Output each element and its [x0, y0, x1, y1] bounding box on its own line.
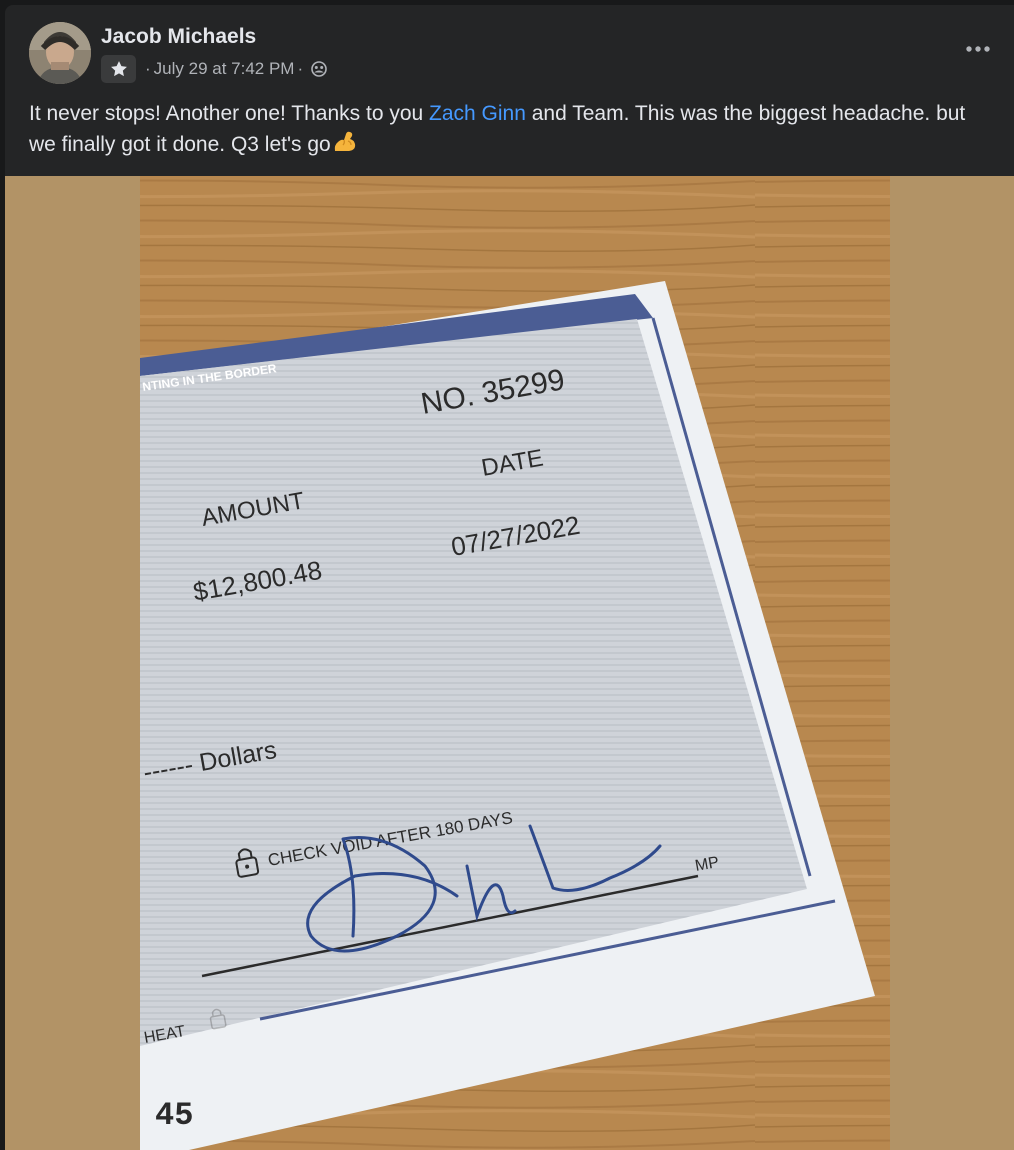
ellipsis-icon [966, 46, 990, 52]
post-meta: · July 29 at 7:42 PM · [101, 55, 328, 83]
post-text-start: It never stops! Another one! Thanks to y… [29, 102, 430, 125]
post-timestamp[interactable]: July 29 at 7:42 PM [154, 59, 295, 79]
more-options-button[interactable] [958, 33, 998, 65]
avatar-photo [29, 22, 91, 84]
flexed-biceps-emoji [332, 129, 358, 164]
friends-icon[interactable] [310, 60, 328, 78]
avatar[interactable] [29, 22, 91, 84]
meta-separator: · [145, 59, 151, 78]
post-header: Jacob Michaels · July 29 at 7:42 PM · It… [5, 5, 1014, 177]
mention-link[interactable]: Zach Ginn [429, 102, 526, 125]
author-name[interactable]: Jacob Michaels [101, 25, 256, 49]
post-photo[interactable]: NTING IN THE BORDER NO. 35299 DATE AMOUN… [5, 176, 1014, 1150]
meta-separator: · [297, 59, 304, 78]
post-message: It never stops! Another one! Thanks to y… [29, 99, 989, 164]
facebook-post: Jacob Michaels · July 29 at 7:42 PM · It… [5, 5, 1014, 1150]
check-micr-number: 45 [155, 1097, 193, 1134]
check-photo: NTING IN THE BORDER NO. 35299 DATE AMOUN… [140, 176, 890, 1150]
star-icon[interactable] [101, 55, 136, 83]
